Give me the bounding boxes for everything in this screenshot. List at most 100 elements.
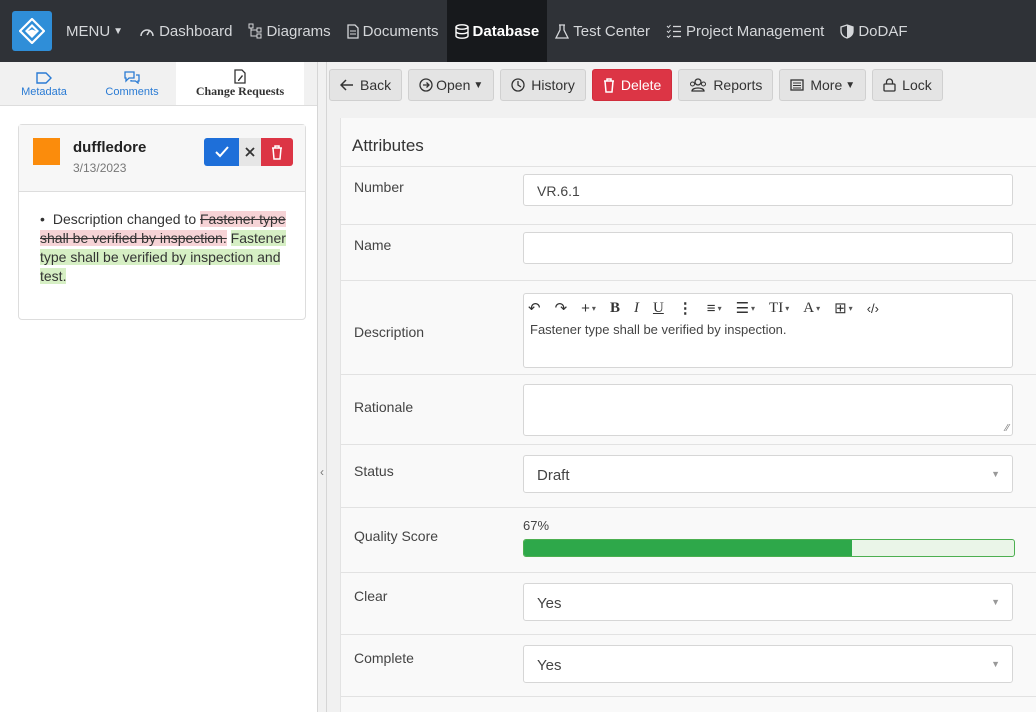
number-label: Number xyxy=(354,179,404,195)
rationale-row: Rationale ⁄⁄ xyxy=(341,374,1036,444)
chevron-down-icon: ▼ xyxy=(991,659,1000,669)
tasks-icon xyxy=(666,24,682,38)
main-panel: Back Open ▼ History Delete Reports More ▼ … xyxy=(327,62,1036,712)
underline-icon[interactable]: U xyxy=(653,300,664,317)
description-row: Description ↶ ↷ + ▾ B I U ⋮ ≡ ▾ ☰ ▾ TI ▾ A ▾ … xyxy=(341,280,1036,374)
tab-label: Change Requests xyxy=(195,84,285,98)
history-label: History xyxy=(531,77,575,93)
redo-icon[interactable]: ↷ xyxy=(555,299,568,317)
clear-select[interactable]: Yes ▼ xyxy=(523,583,1013,621)
form-title: Attributes xyxy=(352,136,424,155)
next-row xyxy=(341,696,1036,712)
status-select[interactable]: Draft ▼ xyxy=(523,455,1013,493)
editor-toolbar: ↶ ↷ + ▾ B I U ⋮ ≡ ▾ ☰ ▾ TI ▾ A ▾ ⊞ ▾ ‹/› xyxy=(524,294,1012,322)
clear-row: Clear Yes ▼ xyxy=(341,572,1036,634)
bullet-list-icon[interactable]: ☰ ▾ xyxy=(736,299,755,317)
app-logo-icon[interactable] xyxy=(12,11,52,51)
lock-label: Lock xyxy=(902,77,932,93)
tab-change-requests[interactable]: Change Requests xyxy=(176,62,304,105)
nav-label: Diagrams xyxy=(266,22,331,40)
clock-icon xyxy=(511,78,525,92)
panel-divider[interactable]: ‹ xyxy=(317,62,327,712)
nav-documents[interactable]: Documents xyxy=(339,0,447,62)
bold-icon[interactable]: B xyxy=(610,300,620,317)
comments-icon xyxy=(123,70,141,86)
complete-label: Complete xyxy=(354,650,414,666)
rationale-label: Rationale xyxy=(354,399,414,415)
caret-down-icon: ▼ xyxy=(473,79,484,91)
nav-database[interactable]: Database xyxy=(446,0,548,62)
nav-label: DoDAF xyxy=(858,22,908,40)
table-icon[interactable]: ⊞ ▾ xyxy=(834,299,853,317)
change-request-body: • Description changed to Fastener type sh… xyxy=(19,192,305,286)
quality-percent: 67% xyxy=(523,518,550,533)
document-icon xyxy=(347,23,359,39)
tab-metadata[interactable]: Metadata xyxy=(0,62,88,105)
clear-value: Yes xyxy=(537,595,562,612)
delete-label: Delete xyxy=(620,77,662,93)
more-button[interactable]: More ▼ xyxy=(779,69,867,101)
change-request-card: duffledore 3/13/2023 • Description change… xyxy=(18,124,306,320)
reports-label: Reports xyxy=(713,77,763,93)
align-icon[interactable]: ≡ ▾ xyxy=(707,300,722,317)
users-icon xyxy=(689,78,707,92)
number-row: Number VR.6.1 xyxy=(341,166,1036,224)
trash-icon xyxy=(603,77,615,93)
nav-dashboard[interactable]: Dashboard xyxy=(131,0,240,62)
accept-button[interactable] xyxy=(204,138,239,166)
nav-project-management[interactable]: Project Management xyxy=(658,0,832,62)
menu-button[interactable]: MENU ▼ xyxy=(58,0,131,62)
back-label: Back xyxy=(360,77,392,93)
shield-icon xyxy=(840,23,854,39)
delete-button[interactable]: Delete xyxy=(591,69,673,101)
code-view-icon[interactable]: ‹/› xyxy=(867,301,879,316)
name-row: Name xyxy=(341,224,1036,280)
number-field[interactable]: VR.6.1 xyxy=(523,174,1013,206)
font-size-icon[interactable]: TI ▾ xyxy=(769,300,789,317)
circle-arrow-right-icon xyxy=(419,78,433,92)
attributes-form: Attributes Number VR.6.1 Name Descriptio… xyxy=(340,118,1036,712)
complete-select[interactable]: Yes ▼ xyxy=(523,645,1013,683)
rationale-field[interactable]: ⁄⁄ xyxy=(523,384,1013,436)
top-nav: MENU ▼ Dashboard Diagrams Documents Datab… xyxy=(0,0,1036,62)
back-button[interactable]: Back xyxy=(329,69,403,101)
nav-label: Dashboard xyxy=(159,22,233,40)
lock-button[interactable]: Lock xyxy=(872,69,943,101)
left-panel: Metadata Comments Change Requests duffle… xyxy=(0,62,317,712)
quality-label: Quality Score xyxy=(354,528,439,544)
open-button[interactable]: Open ▼ xyxy=(408,69,495,101)
change-request-user: duffledore xyxy=(73,139,147,156)
reject-button[interactable] xyxy=(239,138,261,166)
status-row: Status Draft ▼ xyxy=(341,444,1036,507)
caret-down-icon: ▼ xyxy=(113,25,124,37)
file-edit-icon xyxy=(234,68,246,84)
quality-progress-fill xyxy=(524,540,853,556)
delete-request-button[interactable] xyxy=(261,138,293,166)
status-label: Status xyxy=(354,463,394,479)
complete-row: Complete Yes ▼ xyxy=(341,634,1036,696)
more-vertical-icon[interactable]: ⋮ xyxy=(678,299,693,317)
nav-label: Documents xyxy=(362,22,439,40)
resize-handle-icon[interactable]: ⁄⁄ xyxy=(1006,423,1009,434)
close-icon xyxy=(245,147,255,157)
lock-icon xyxy=(883,78,896,92)
italic-icon[interactable]: I xyxy=(634,300,639,317)
insert-icon[interactable]: + ▾ xyxy=(581,300,596,317)
chevron-down-icon: ▼ xyxy=(991,597,1000,607)
history-button[interactable]: History xyxy=(500,69,586,101)
nav-dodaf[interactable]: DoDAF xyxy=(832,0,915,62)
arrow-left-icon xyxy=(340,79,354,91)
left-tabs: Metadata Comments Change Requests xyxy=(0,62,317,106)
change-prefix: Description changed to xyxy=(52,211,200,227)
description-text[interactable]: Fastener type shall be verified by inspe… xyxy=(524,322,1012,337)
font-color-icon[interactable]: A ▾ xyxy=(803,300,820,317)
open-label: Open xyxy=(436,77,471,93)
undo-icon[interactable]: ↶ xyxy=(528,299,541,317)
collapse-arrow-icon[interactable]: ‹ xyxy=(318,462,326,482)
nav-test-center[interactable]: Test Center xyxy=(547,0,658,62)
nav-diagrams[interactable]: Diagrams xyxy=(240,0,338,62)
change-request-date: 3/13/2023 xyxy=(73,161,127,175)
name-field[interactable] xyxy=(523,232,1013,264)
reports-button[interactable]: Reports xyxy=(678,69,774,101)
tab-comments[interactable]: Comments xyxy=(88,62,176,105)
